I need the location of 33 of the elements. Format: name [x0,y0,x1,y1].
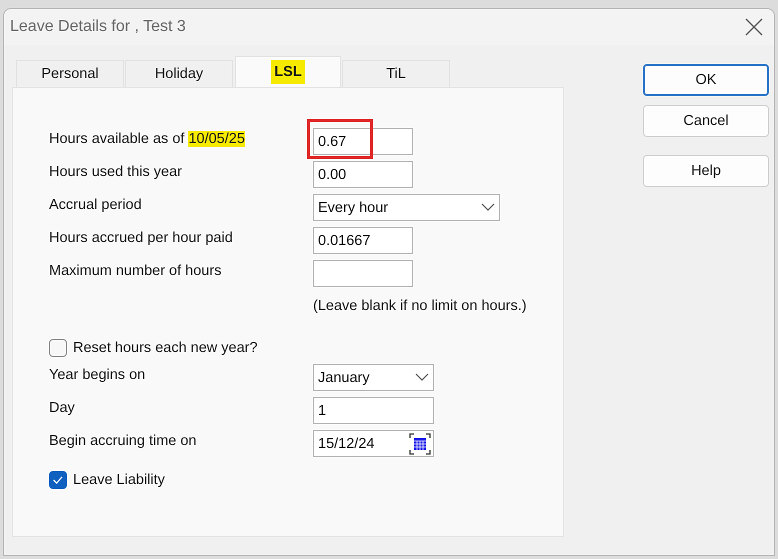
date-field[interactable]: 15/12/24 [313,430,434,457]
input-field[interactable]: 0.00 [313,161,413,188]
dropdown-caret-icon [415,373,429,382]
dropdown-caret-icon [481,203,495,212]
field-label: Maximum number of hours [49,263,222,279]
tab[interactable]: LSL [235,56,341,87]
tab[interactable]: Holiday [125,60,233,87]
dialog-button[interactable]: OK [643,64,769,96]
tab[interactable]: TiL [342,60,450,87]
dropdown[interactable]: Every hour [313,194,500,221]
field-label: Hours available as of 10/05/25 [49,131,245,147]
dialog-button[interactable]: Help [643,155,769,187]
hint-text: (Leave blank if no limit on hours.) [313,297,528,316]
input-field[interactable]: 1 [313,397,434,424]
field-label: Accrual period [49,197,142,213]
tab[interactable]: Personal [16,60,124,87]
input-field[interactable]: 0.67 [313,128,413,155]
checkbox-label: Leave Liability [73,472,165,488]
dropdown[interactable]: January [313,364,434,391]
checkbox[interactable] [49,470,67,488]
close-icon[interactable] [744,17,764,37]
dialog-button[interactable]: Cancel [643,105,769,137]
calendar-icon[interactable] [409,432,431,454]
input-field[interactable]: 0.01667 [313,227,413,254]
field-label: Hours accrued per hour paid [49,230,233,246]
checkbox-label: Reset hours each new year? [73,340,258,356]
field-label: Day [49,400,75,416]
field-label: Year begins on [49,367,146,383]
input-field[interactable] [313,260,413,287]
field-label: Hours used this year [49,164,182,180]
field-label: Begin accruing time on [49,433,196,449]
checkbox[interactable] [49,338,67,356]
window-title: Leave Details for , Test 3 [10,18,186,36]
